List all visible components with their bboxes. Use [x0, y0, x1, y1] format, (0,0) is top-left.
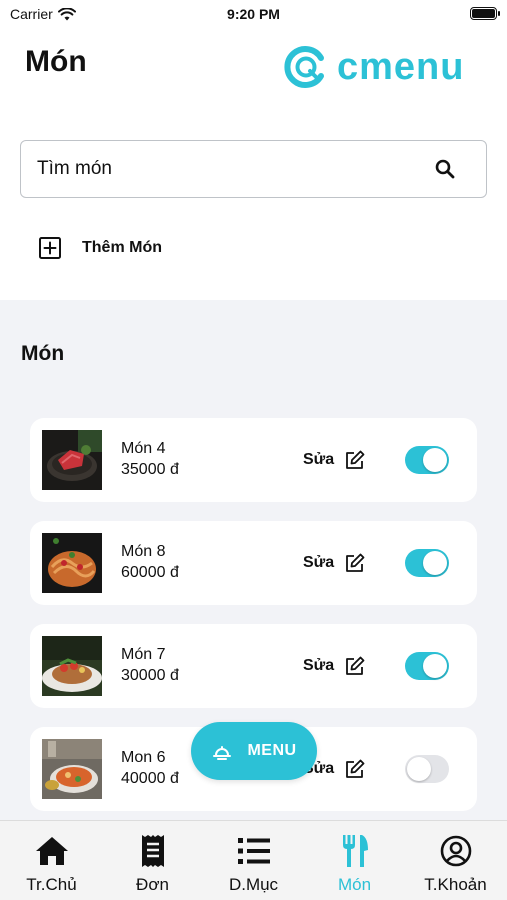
edit-button[interactable]: Sửa	[303, 552, 366, 574]
home-icon[interactable]	[34, 833, 70, 869]
receipt-icon[interactable]	[135, 833, 171, 869]
tab-label: Món	[337, 875, 372, 894]
status-time: 9:20 PM	[227, 6, 280, 22]
plus-square-icon[interactable]	[38, 236, 62, 260]
dish-price: 35000 đ	[121, 461, 179, 478]
edit-icon[interactable]	[344, 552, 366, 574]
dish-availability-toggle[interactable]	[405, 549, 449, 577]
logo-text: cmenu	[337, 46, 465, 88]
dish-price: 30000 đ	[121, 667, 179, 684]
dish-name: Món 4	[121, 440, 166, 457]
menu-fab-button[interactable]: MENU	[191, 722, 317, 780]
battery-icon	[470, 7, 500, 20]
dish-image	[42, 430, 102, 490]
dish-image	[42, 533, 102, 593]
tab-account[interactable]: T.Khoản	[405, 833, 506, 895]
utensils-icon[interactable]	[337, 833, 373, 869]
edit-label: Sửa	[303, 554, 335, 571]
tab-label: D.Mục	[228, 875, 279, 894]
edit-label: Sửa	[303, 657, 335, 674]
edit-icon[interactable]	[344, 655, 366, 677]
add-dish-button[interactable]: Thêm Món	[38, 236, 162, 260]
tab-home[interactable]: Tr.Chủ	[1, 833, 102, 895]
list-icon[interactable]	[236, 833, 272, 869]
section-title: Món	[21, 342, 65, 365]
page-title: Món	[25, 45, 87, 78]
tab-label: T.Khoản	[424, 875, 487, 894]
dish-card: Món 4 35000 đ Sửa	[30, 418, 477, 502]
search-input[interactable]: Tìm món	[20, 140, 487, 198]
dish-card: Món 8 60000 đ Sửa	[30, 521, 477, 605]
edit-icon[interactable]	[344, 449, 366, 471]
account-icon[interactable]	[438, 833, 474, 869]
tab-label: Tr.Chủ	[26, 875, 77, 894]
dish-name: Món 8	[121, 543, 166, 560]
edit-icon[interactable]	[344, 758, 366, 780]
tab-dishes[interactable]: Món	[304, 833, 405, 895]
dish-price: 40000 đ	[121, 770, 179, 787]
dish-card: Món 7 30000 đ Sửa	[30, 624, 477, 708]
edit-button[interactable]: Sửa	[303, 655, 366, 677]
edit-button[interactable]: Sửa	[303, 449, 366, 471]
dish-availability-toggle[interactable]	[405, 652, 449, 680]
status-bar: Carrier 9:20 PM	[0, 0, 507, 28]
menu-fab-label: MENU	[247, 742, 297, 759]
tab-label: Đơn	[136, 875, 169, 894]
tab-orders[interactable]: Đơn	[102, 833, 203, 895]
food-tray-icon	[213, 746, 232, 760]
tab-categories[interactable]: D.Mục	[203, 833, 304, 895]
bottom-tab-bar: Tr.Chủ Đơn D.Mục Món T.Khoản	[0, 820, 507, 900]
dish-image	[42, 739, 102, 799]
dish-name: Món 7	[121, 646, 166, 663]
add-dish-label: Thêm Món	[82, 239, 162, 256]
dish-availability-toggle[interactable]	[405, 755, 449, 783]
dish-image	[42, 636, 102, 696]
search-input-text[interactable]: Tìm món	[37, 158, 434, 180]
search-icon[interactable]	[434, 158, 456, 180]
edit-label: Sửa	[303, 451, 335, 468]
dish-price: 60000 đ	[121, 564, 179, 581]
logo-mark-icon	[284, 46, 324, 88]
dish-availability-toggle[interactable]	[405, 446, 449, 474]
dish-name: Mon 6	[121, 749, 166, 766]
brand-logo: cmenu	[283, 44, 464, 90]
